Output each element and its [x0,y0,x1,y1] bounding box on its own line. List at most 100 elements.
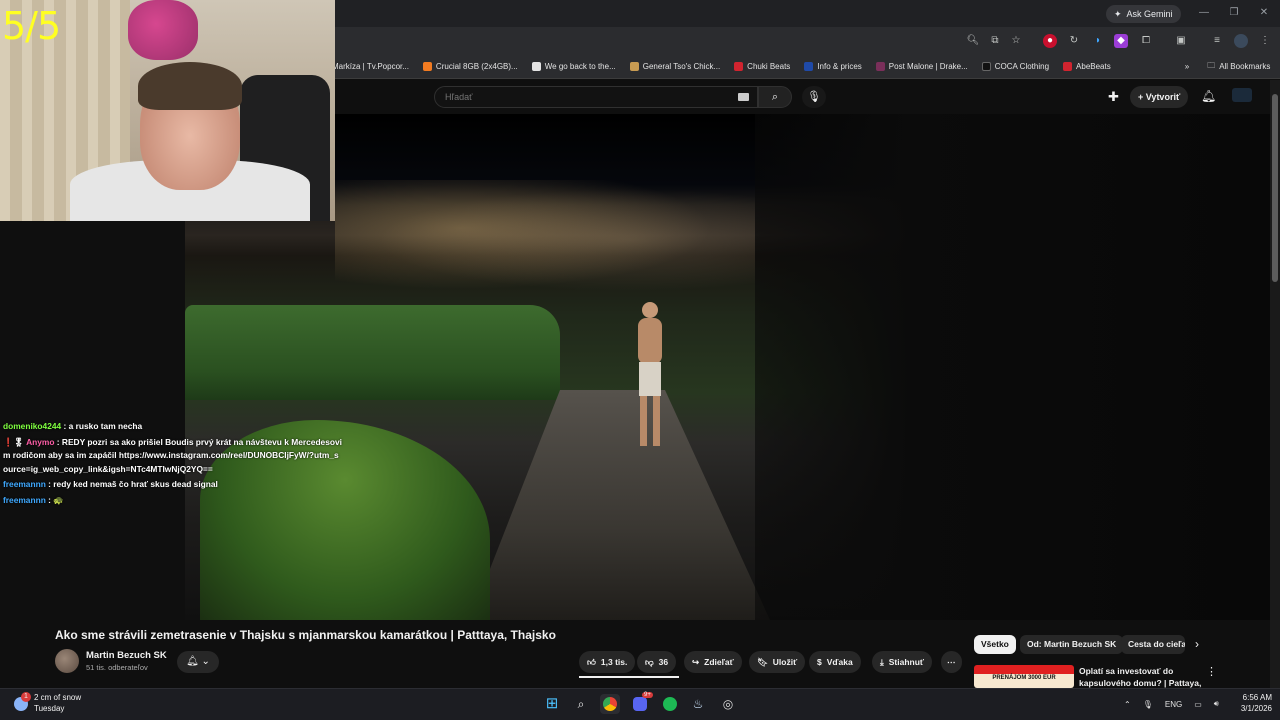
keyboard-icon[interactable] [738,93,749,101]
create-plus-icon[interactable]: ✚ [1108,89,1119,105]
microphone-icon: 🎙︎ [807,91,821,103]
plus-icon: + [1138,92,1146,102]
download-button[interactable]: ⤓ Stiahnuť [872,651,933,673]
system-tray: ⌃ 🎙︎ ENG ▭ 🔊︎ [1124,692,1219,716]
favicon-icon [531,62,541,71]
bell-icon: 🔔︎ [186,656,199,667]
webcam-overlay: 5/5 [0,0,335,221]
wifi-icon[interactable]: ▭ [1194,700,1202,709]
steam-icon[interactable]: ♨ [688,694,708,714]
bookmark-item[interactable]: Post Malone | Drake... [875,62,968,71]
dislike-button[interactable]: 👎︎ 36 [637,651,677,673]
video-city-lights [335,180,755,300]
bookmarks-overflow-icon[interactable]: » [1185,62,1189,71]
like-button[interactable]: 👍︎ 1,3 tis. [579,651,636,673]
bookmark-item[interactable]: Crucial 8GB (2x4GB)... [422,62,518,71]
voice-search-button[interactable]: 🎙︎ [802,86,826,108]
windows-start-icon[interactable]: ⊞ [542,694,562,714]
search-input[interactable] [434,86,758,108]
extension-red-icon[interactable]: ● [1043,34,1057,48]
more-actions-button[interactable]: ⋯ [941,651,962,673]
input-language[interactable]: ENG [1165,700,1182,709]
chip-all[interactable]: Všetko [974,635,1016,654]
bookmark-label: Crucial 8GB (2x4GB)... [435,62,518,71]
recommendation-thumbnail[interactable]: PRENÁJOM 3000 EUR [974,665,1074,688]
weather-day: Tuesday [34,704,65,713]
discord-badge: 9+ [642,692,653,698]
obs-icon[interactable]: ◎ [718,694,738,714]
weather-text: 2 cm of snow [34,693,82,702]
create-button[interactable]: + Vytvoriť [1130,86,1189,108]
chip-from-channel[interactable]: Od: Martin Bezuch SK [1020,635,1124,654]
microphone-icon[interactable]: 🎙︎ [1143,700,1153,709]
taskbar-search-icon[interactable]: ⌕ [571,694,591,714]
chrome-icon[interactable] [600,694,620,714]
extensions-puzzle-icon[interactable]: ⧠ [1139,34,1153,48]
share-button[interactable]: ↪ Zdieľať [684,651,742,673]
thanks-button[interactable]: $ Vďaka [809,651,861,673]
folder-icon: 🗀 [1207,60,1216,70]
extension-purple-icon[interactable]: ◆ [1114,34,1128,48]
weather-badge: 1 [21,692,31,702]
stream-counter: 5/5 [2,4,61,48]
bookmark-item[interactable]: General Tso's Chick... [629,62,720,71]
video-title: Ako sme strávili zemetrasenie v Thajsku … [55,628,556,642]
ask-gemini-button[interactable]: ✦ Ask Gemini [1106,5,1181,23]
zoom-icon[interactable]: 🔍︎ [966,34,980,48]
chevron-down-icon: ⌄ [201,656,210,667]
weather-widget[interactable]: 2 cm of snow Tuesday [34,692,81,714]
bookmark-item[interactable]: Chuki Beats [734,62,790,71]
profile-avatar-icon[interactable] [1234,34,1248,48]
save-button[interactable]: 🔖︎ Uložiť [749,651,806,673]
bookmark-item[interactable]: COCA Clothing [981,62,1050,71]
webcam-plush-toy [128,0,198,60]
save-label: Uložiť [772,657,798,667]
all-bookmarks-button[interactable]: 🗀 All Bookmarks [1207,60,1270,74]
bookmark-item[interactable]: We go back to the... [531,62,616,71]
spotify-icon[interactable] [660,694,680,714]
channel-name[interactable]: Martin Bezuch SK [86,650,167,661]
share-icon: ↪ [692,657,700,667]
favicon-icon [981,62,991,71]
download-icon: ⤓ [880,657,884,667]
menu-kebab-icon[interactable]: ⋮ [1258,34,1272,48]
bookmark-item[interactable]: Markíza | Tv.Popcor... [332,62,409,71]
dislike-count: 36 [658,657,669,667]
clock-date: 3/1/2026 [1240,704,1272,713]
bookmark-star-icon[interactable]: ☆ [1009,34,1023,48]
chat-message: freemannn : redy ked nemaš čo hrať skus … [3,479,218,489]
favicon-icon [1063,62,1073,71]
search-icon: ⌕ [771,91,779,103]
extension-grey-icon[interactable]: ↻ [1067,34,1081,48]
favicon-icon [422,62,432,71]
volume-icon[interactable]: 🔊︎ [1214,699,1219,709]
notifications-bell-icon[interactable]: 🔔︎ [1201,89,1216,103]
thanks-label: Vďaka [826,657,853,667]
install-app-icon[interactable]: ⧉ [988,34,1002,48]
account-avatar[interactable] [1232,88,1252,102]
channel-avatar[interactable] [55,649,79,673]
minimize-icon[interactable]: — [1197,6,1211,20]
chip-related[interactable]: Cesta do cieľa [1121,635,1185,654]
scrollbar-thumb[interactable] [1272,94,1278,282]
search-button[interactable]: ⌕ [758,86,792,108]
chips-next-chevron-icon[interactable]: › [1195,637,1199,651]
system-clock[interactable]: 6:56 AM 3/1/2026 [1232,692,1272,714]
extension-blue-icon[interactable]: ◗ [1091,34,1105,48]
bookmark-label: Chuki Beats [747,62,791,71]
thanks-dollar-icon: $ [817,657,822,667]
close-icon[interactable]: ✕ [1257,6,1271,20]
side-panel-icon[interactable]: ▣ [1174,34,1188,48]
all-bookmarks-label: All Bookmarks [1219,62,1271,71]
bookmark-item[interactable]: AbeBeats [1063,62,1111,71]
bookmark-item[interactable]: Info & prices [804,62,862,71]
video-hedge [185,305,560,400]
recommendation-menu-icon[interactable]: ⋮ [1206,665,1217,678]
tray-overflow-icon[interactable]: ⌃ [1124,700,1131,709]
ask-gemini-label: Ask Gemini [1126,9,1173,19]
like-count: 1,3 tis. [600,657,628,667]
bookmark-label: COCA Clothing [994,62,1050,71]
subscription-bell-button[interactable]: 🔔︎ ⌄ [177,651,219,673]
reading-list-icon[interactable]: ≡ [1210,34,1224,48]
maximize-icon[interactable]: ❐ [1227,6,1241,20]
